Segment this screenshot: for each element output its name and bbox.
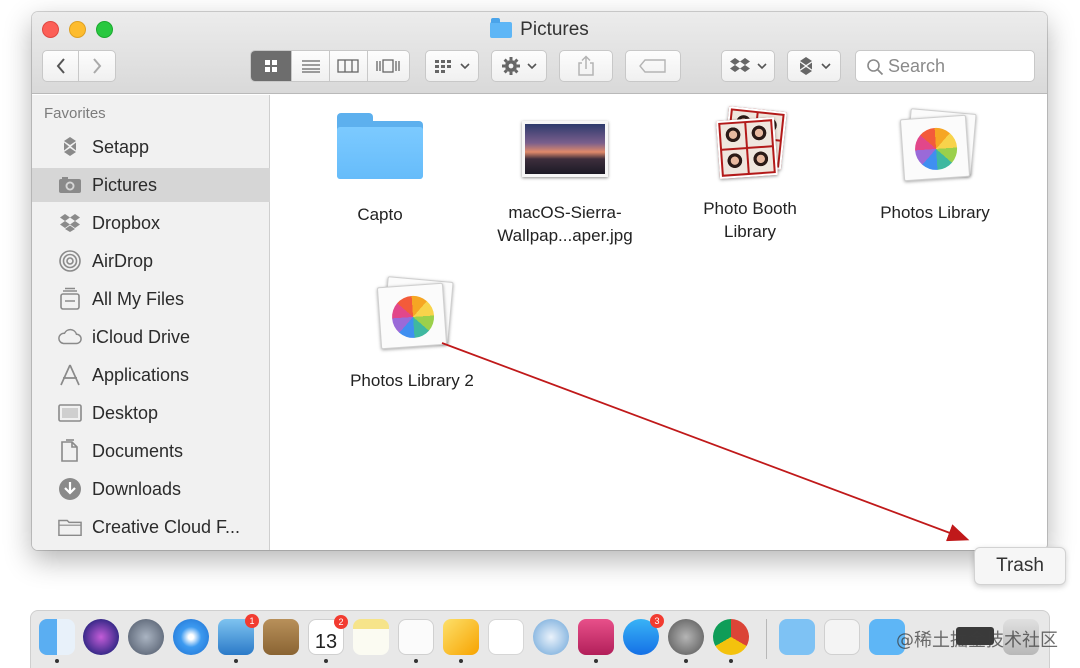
dock-photos-icon[interactable] [488, 619, 524, 655]
preview-badge: 1 [245, 614, 259, 628]
dock-app-store-icon[interactable]: 3 [623, 614, 664, 655]
dock-document-stack-icon[interactable] [824, 619, 860, 655]
watermark-text: @稀土掘金技术社区 [896, 630, 1058, 651]
dock-separator [766, 619, 767, 659]
appstore-badge: 3 [650, 614, 664, 628]
dock-safari-icon[interactable] [173, 619, 209, 655]
dock-sketch-icon[interactable] [443, 619, 479, 655]
dock-notes-icon[interactable] [353, 619, 389, 655]
calendar-day: 13 [314, 631, 338, 653]
dock-calendar-icon[interactable]: 13 2 [308, 615, 348, 655]
calendar-badge: 2 [334, 615, 348, 629]
dock-system-preferences-icon[interactable] [668, 619, 704, 655]
dock-contacts-icon[interactable] [263, 619, 299, 655]
dock-launchpad-icon[interactable] [128, 619, 164, 655]
dock-typeeto-icon[interactable] [533, 619, 569, 655]
dock-cleanmymac-icon[interactable] [578, 619, 614, 655]
dock-chrome-icon[interactable] [713, 619, 749, 655]
annotation-arrow [441, 342, 970, 542]
dock-preview-icon[interactable]: 1 [218, 614, 259, 655]
dock-reminders-icon[interactable] [398, 619, 434, 655]
dock-dropbox-folder-icon[interactable] [779, 619, 815, 655]
dock-siri-icon[interactable] [83, 619, 119, 655]
dock-finder-icon[interactable] [39, 619, 75, 655]
trash-tooltip: Trash [974, 547, 1066, 585]
